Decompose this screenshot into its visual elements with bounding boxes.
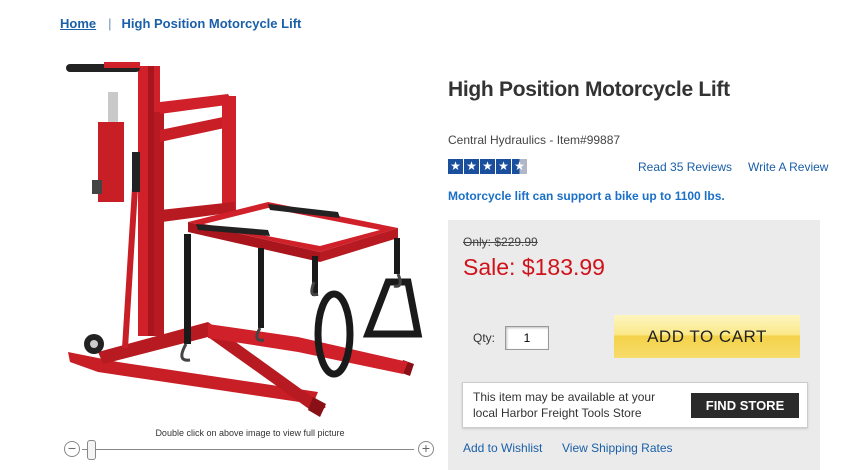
store-availability-box: This item may be available at your local…: [462, 382, 808, 428]
zoom-in-icon[interactable]: +: [418, 441, 434, 457]
zoom-slider[interactable]: − +: [62, 438, 436, 462]
star-icon: ★: [464, 159, 479, 174]
read-reviews-link[interactable]: Read 35 Reviews: [638, 160, 732, 174]
add-to-cart-button[interactable]: ADD TO CART: [614, 315, 800, 358]
store-availability-text: This item may be available at your local…: [473, 390, 656, 420]
sale-price: Sale: $183.99: [463, 254, 605, 280]
purchase-panel: Only: $229.99 Sale: $183.99 Qty: ADD TO …: [448, 220, 820, 470]
product-brand: Central Hydraulics - Item#99887: [448, 133, 621, 147]
add-to-wishlist-link[interactable]: Add to Wishlist: [463, 441, 542, 455]
star-icon: ★: [448, 159, 463, 174]
star-icon: ★: [480, 159, 495, 174]
product-image[interactable]: [58, 52, 428, 424]
breadcrumb: Home | High Position Motorcycle Lift: [60, 16, 301, 31]
qty-label: Qty:: [473, 331, 496, 345]
breadcrumb-home-link[interactable]: Home: [60, 16, 96, 31]
image-caption: Double click on above image to view full…: [155, 428, 345, 438]
product-tagline: Motorcycle lift can support a bike up to…: [448, 189, 725, 203]
find-store-button[interactable]: FIND STORE: [691, 393, 799, 418]
zoom-track[interactable]: [82, 449, 414, 450]
breadcrumb-separator: |: [108, 16, 112, 31]
breadcrumb-current[interactable]: High Position Motorcycle Lift: [122, 16, 302, 31]
zoom-handle[interactable]: [87, 440, 96, 460]
write-review-link[interactable]: Write A Review: [748, 160, 828, 174]
half-star-icon: ★: [512, 159, 527, 174]
star-rating[interactable]: ★ ★ ★ ★ ★: [448, 159, 528, 174]
view-shipping-rates-link[interactable]: View Shipping Rates: [562, 441, 673, 455]
original-price: Only: $229.99: [463, 235, 538, 249]
zoom-out-icon[interactable]: −: [64, 441, 80, 457]
product-title: High Position Motorcycle Lift: [448, 78, 730, 101]
star-icon: ★: [496, 159, 511, 174]
motorcycle-lift-image: [66, 62, 423, 417]
quantity-input[interactable]: [505, 326, 549, 350]
